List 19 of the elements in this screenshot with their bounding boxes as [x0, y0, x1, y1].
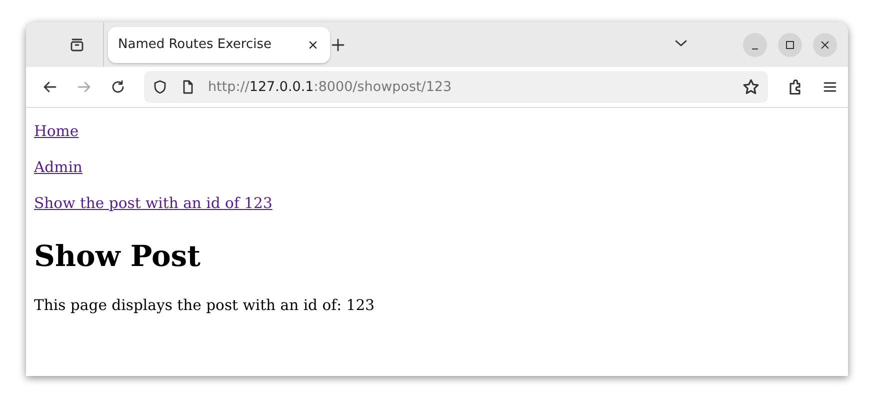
bookmark-star-icon[interactable]: [742, 78, 760, 96]
page-heading: Show Post: [34, 239, 201, 273]
maximize-button[interactable]: [778, 32, 802, 56]
shield-icon[interactable]: [152, 79, 168, 95]
maximize-icon: [785, 40, 795, 50]
nav-link[interactable]: Admin: [34, 159, 82, 176]
address-bar[interactable]: http://127.0.0.1:8000/showpost/123: [144, 71, 768, 103]
reload-icon[interactable]: [110, 79, 126, 95]
browser-tab[interactable]: Named Routes Exercise: [108, 26, 330, 62]
page-paragraph: This page displays the post with an id of: 123: [34, 297, 375, 314]
close-button[interactable]: [813, 32, 837, 56]
nav-link[interactable]: Home: [34, 123, 79, 140]
minimize-icon: [751, 48, 759, 50]
back-icon[interactable]: [42, 79, 58, 95]
close-icon: [820, 40, 830, 50]
tab-list-icon[interactable]: [69, 36, 85, 52]
new-tab-icon[interactable]: [330, 36, 346, 52]
nav-link[interactable]: Show the post with an id of 123: [34, 195, 272, 212]
url-text: http://127.0.0.1:8000/showpost/123: [208, 79, 453, 95]
